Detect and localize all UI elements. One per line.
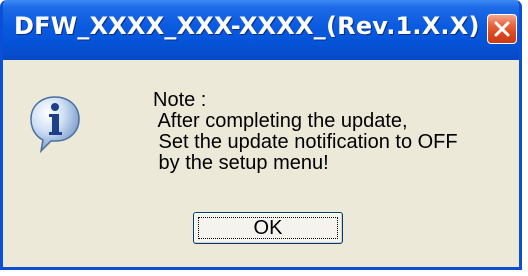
info-icon	[29, 95, 81, 154]
message-line: by the setup menu!	[153, 152, 329, 174]
close-icon	[494, 21, 510, 37]
message-line: After completing the update,	[153, 110, 408, 132]
ok-button[interactable]: OK	[193, 212, 343, 244]
ok-button-label: OK	[253, 217, 283, 239]
message-line: Note :	[153, 89, 207, 111]
window-title: DFW_XXXX_XXX-XXXX_(Rev.1.X.X)	[14, 12, 480, 40]
dialog-window: DFW_XXXX_XXX-XXXX_(Rev.1.X.X) Note : Aft…	[0, 0, 522, 270]
message-text: Note : After completing the update, Set …	[153, 90, 458, 174]
title-bar[interactable]: DFW_XXXX_XXX-XXXX_(Rev.1.X.X)	[3, 0, 519, 60]
close-button[interactable]	[487, 14, 517, 44]
message-line: Set the update notification to OFF	[153, 131, 458, 153]
